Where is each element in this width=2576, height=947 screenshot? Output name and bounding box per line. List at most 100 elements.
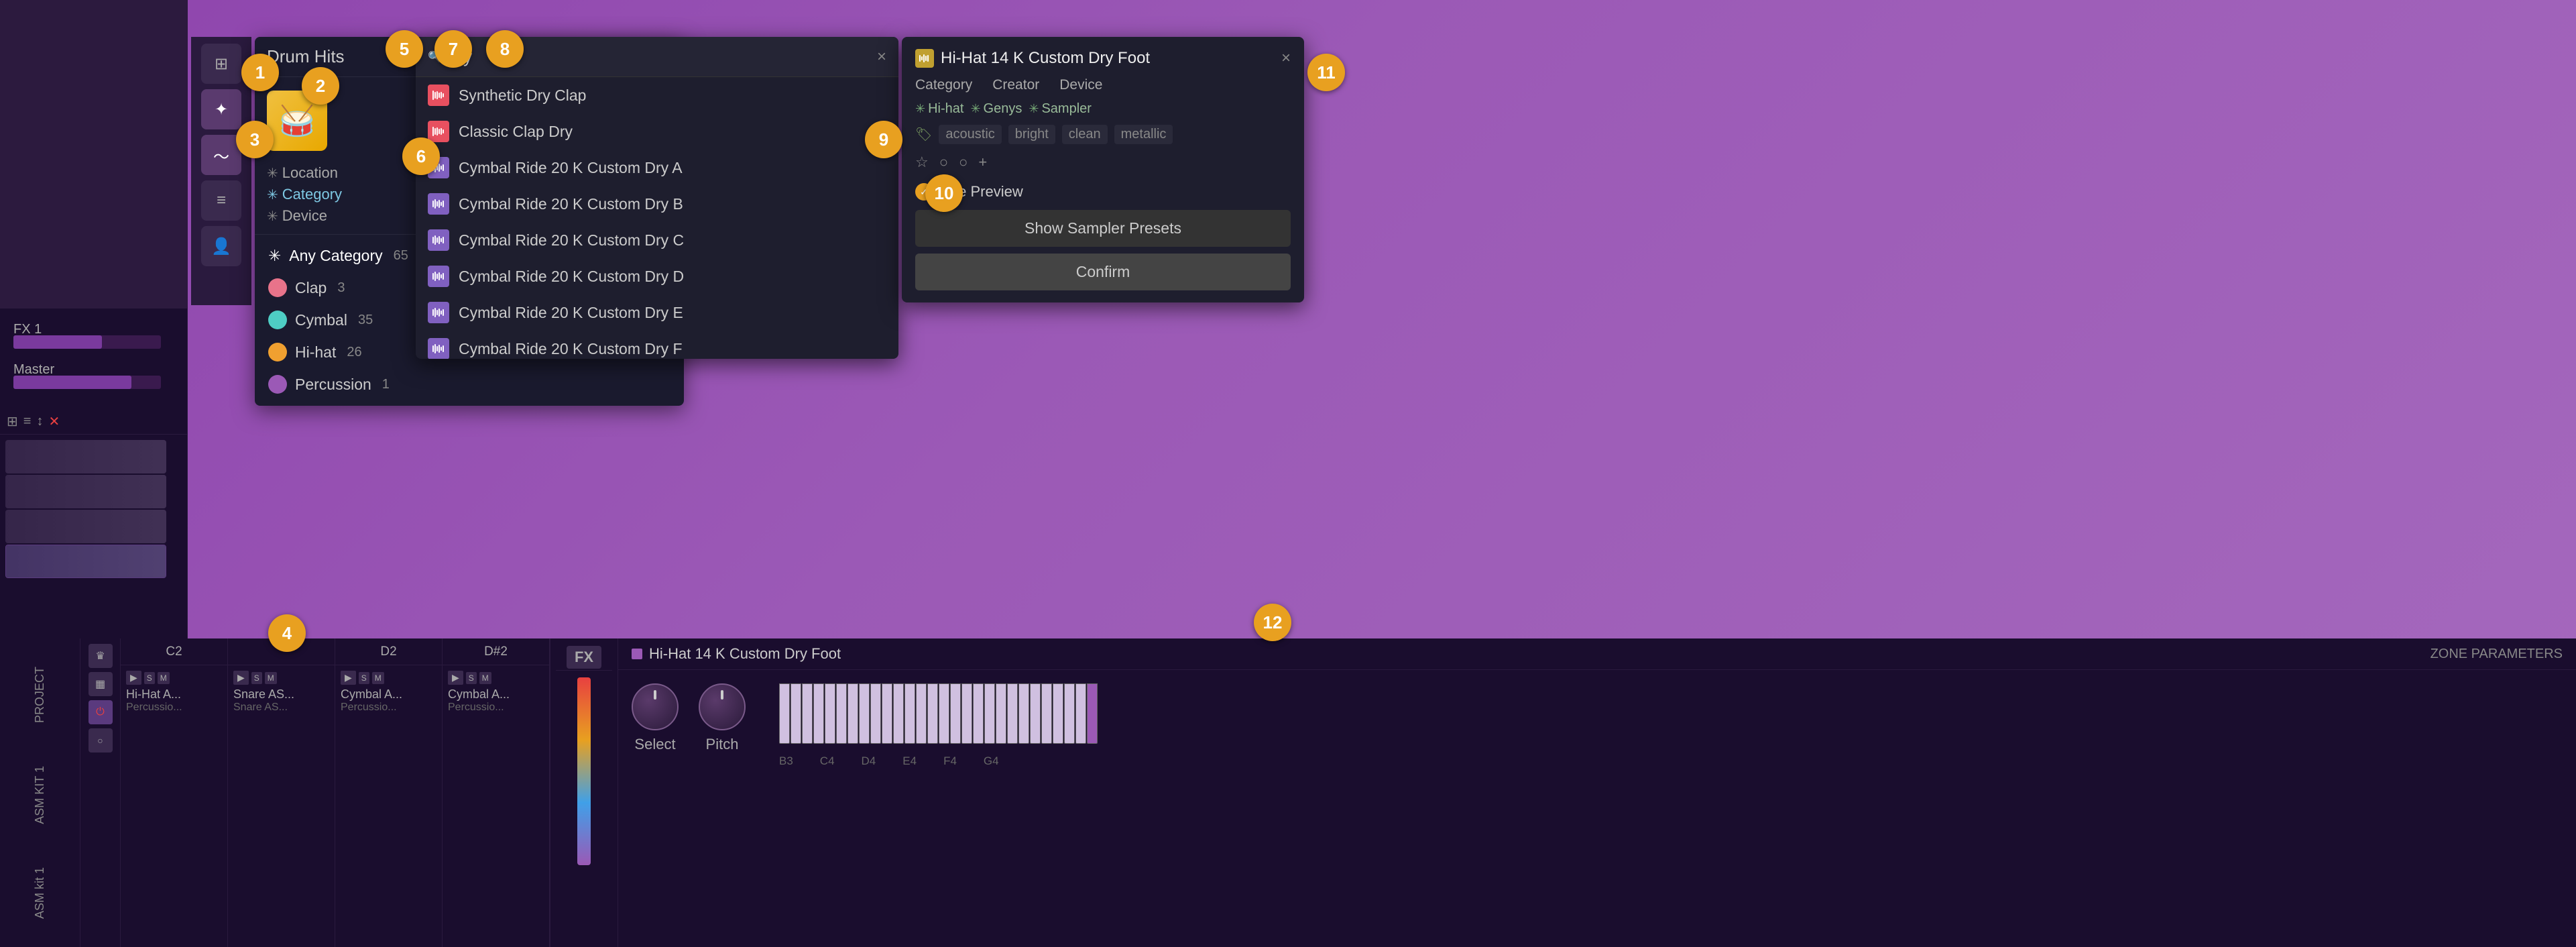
detail-close-btn[interactable]: × (1281, 49, 1291, 68)
avatar-icon-btn[interactable]: 👤 (201, 226, 241, 266)
action-circle2[interactable]: ○ (959, 154, 968, 171)
list-icon-btn[interactable]: ≡ (201, 180, 241, 221)
callout-7: 7 (434, 30, 472, 68)
result-type-icon (428, 85, 449, 106)
note-f4: F4 (943, 755, 957, 768)
bottom-strip: PROJECT ASM KIT 1 ASM kit 1 ♛ ▦ ⏻ ○ C2 ▶… (0, 638, 2576, 947)
fx-label: FX (567, 646, 601, 669)
m-btn-1[interactable]: M (158, 672, 170, 684)
crown-icon-btn[interactable]: ♛ (89, 644, 113, 668)
detail-tabs: Category Creator Device (915, 77, 1291, 93)
word-tag-acoustic[interactable]: acoustic (939, 125, 1001, 144)
bars-icon-btn[interactable]: ▦ (89, 672, 113, 696)
track-controls-1: ▶ S M (126, 671, 222, 685)
m-btn-3[interactable]: M (372, 672, 384, 684)
callout-12: 12 (1254, 604, 1291, 641)
result-item[interactable]: Cymbal Ride 20 K Custom Dry A (416, 150, 898, 186)
power-icon-btn[interactable]: ⏻ (89, 700, 113, 724)
detail-tags-row: ✳ Hi-hat ✳ Genys ✳ Sampler (915, 101, 1291, 117)
note-d4: D4 (862, 755, 876, 768)
play-btn-2[interactable]: ▶ (233, 671, 249, 685)
result-type-icon (428, 229, 449, 251)
note-c4: C4 (820, 755, 835, 768)
result-item[interactable]: Cymbal Ride 20 K Custom Dry F (416, 331, 898, 359)
fx-area: FX (550, 638, 618, 947)
s-btn-1[interactable]: S (144, 672, 155, 684)
zone-color-indicator (632, 649, 642, 659)
action-plus[interactable]: + (978, 154, 987, 171)
tag-icon: 🏷 (915, 126, 932, 143)
result-item[interactable]: Cymbal Ride 20 K Custom Dry D (416, 258, 898, 294)
tag-sampler[interactable]: ✳ Sampler (1029, 101, 1092, 117)
callout-11: 11 (1307, 54, 1345, 91)
track-name-2: Snare AS... (233, 687, 329, 702)
confirm-btn[interactable]: Confirm (915, 254, 1291, 290)
action-circle1[interactable]: ○ (939, 154, 948, 171)
play-btn-4[interactable]: ▶ (448, 671, 463, 685)
track-col-1: C2 ▶ S M Hi-Hat A... Percussio... (121, 638, 228, 947)
result-name: Cymbal Ride 20 K Custom Dry F (459, 340, 683, 358)
pitch-knob-group: Pitch (699, 683, 746, 753)
result-name: Cymbal Ride 20 K Custom Dry A (459, 159, 683, 177)
side-labels: PROJECT ASM KIT 1 ASM kit 1 (0, 638, 80, 947)
select-knob-group: Select (632, 683, 679, 753)
zone-header-left: Hi-Hat 14 K Custom Dry Foot (632, 645, 841, 663)
detail-title: Hi-Hat 14 K Custom Dry Foot (941, 49, 1150, 68)
track-col-4: D#2 ▶ S M Cymbal A... Percussio... (443, 638, 550, 947)
m-btn-2[interactable]: M (265, 672, 277, 684)
s-btn-2[interactable]: S (251, 672, 262, 684)
play-btn-3[interactable]: ▶ (341, 671, 356, 685)
result-item[interactable]: Cymbal Ride 20 K Custom Dry E (416, 294, 898, 331)
detail-title-row: Hi-Hat 14 K Custom Dry Foot (915, 49, 1150, 68)
result-item[interactable]: Classic Clap Dry ★● (416, 113, 898, 150)
fx-header: FX (556, 644, 612, 671)
word-tag-bright[interactable]: bright (1008, 125, 1055, 144)
note-g4: G4 (984, 755, 999, 768)
track-col-2: ▶ S M Snare AS... Snare AS... (228, 638, 335, 947)
tag-genys[interactable]: ✳ Genys (970, 101, 1022, 117)
pitch-label: Pitch (706, 736, 739, 753)
m-btn-4[interactable]: M (479, 672, 491, 684)
word-tag-clean[interactable]: clean (1062, 125, 1108, 144)
s-btn-4[interactable]: S (466, 672, 477, 684)
zone-title: Hi-Hat 14 K Custom Dry Foot (649, 645, 841, 663)
tab-category[interactable]: Category (915, 77, 972, 93)
callout-8: 8 (486, 30, 524, 68)
play-btn-1[interactable]: ▶ (126, 671, 141, 685)
tab-creator[interactable]: Creator (992, 77, 1039, 93)
search-close-btn[interactable]: × (877, 48, 886, 66)
track-icons-col: ♛ ▦ ⏻ ○ (80, 638, 121, 947)
piano-keyboard[interactable] (779, 683, 2563, 750)
result-type-icon (428, 302, 449, 323)
result-name: Cymbal Ride 20 K Custom Dry D (459, 268, 684, 286)
result-name: Cymbal Ride 20 K Custom Dry E (459, 304, 683, 322)
result-item[interactable]: Cymbal Ride 20 K Custom Dry C (416, 222, 898, 258)
circle-icon-btn[interactable]: ○ (89, 728, 113, 753)
show-sampler-presets-btn[interactable]: Show Sampler Presets (915, 210, 1291, 247)
s-btn-3[interactable]: S (359, 672, 369, 684)
grid-icon-btn[interactable]: ⊞ (201, 44, 241, 84)
tag-hihat[interactable]: ✳ Hi-hat (915, 101, 963, 117)
callout-9: 9 (865, 121, 902, 158)
star-icon-btn[interactable]: ✦ (201, 89, 241, 129)
tab-device[interactable]: Device (1059, 77, 1102, 93)
action-star[interactable]: ☆ (915, 154, 929, 171)
select-knob[interactable] (632, 683, 679, 730)
track-name-4: Cymbal A... (448, 687, 544, 702)
result-item[interactable]: Synthetic Dry Clap (416, 77, 898, 113)
live-preview-row: ✓ Live Preview (915, 183, 1291, 201)
waveform-icon-btn[interactable]: 〜 (201, 135, 241, 175)
note-e4: E4 (902, 755, 917, 768)
select-label: Select (634, 736, 675, 753)
result-name: Classic Clap Dry (459, 123, 573, 141)
pitch-knob[interactable] (699, 683, 746, 730)
category-percussion[interactable]: Percussion 1 (255, 368, 684, 400)
word-tag-metallic[interactable]: metallic (1114, 125, 1173, 144)
fx-strip (577, 677, 591, 865)
callout-2: 2 (302, 67, 339, 105)
cymbal-dot (268, 311, 287, 329)
clap-dot (268, 278, 287, 297)
result-item[interactable]: Cymbal Ride 20 K Custom Dry B (416, 186, 898, 222)
callout-3: 3 (236, 121, 274, 158)
note-c2: C2 (121, 638, 228, 665)
